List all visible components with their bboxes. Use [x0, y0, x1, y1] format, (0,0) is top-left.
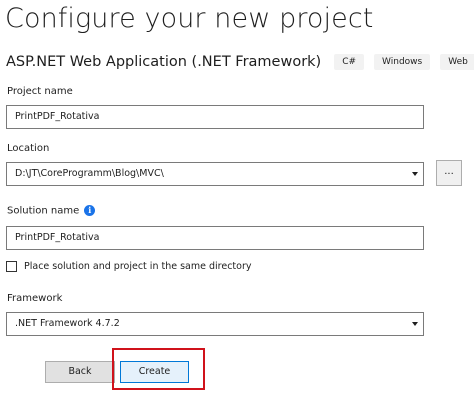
tag-project-type: Web	[440, 54, 474, 70]
back-button[interactable]: Back	[45, 361, 115, 383]
tag-platform: Windows	[374, 54, 431, 70]
project-type-row: ASP.NET Web Application (.NET Framework)…	[6, 52, 474, 72]
location-combobox[interactable]: D:\JT\CoreProgramm\Blog\MVC\	[6, 162, 424, 186]
browse-location-button[interactable]: ...	[436, 160, 462, 186]
location-value: D:\JT\CoreProgramm\Blog\MVC\	[15, 168, 164, 179]
configure-project-dialog: Configure your new project ASP.NET Web A…	[0, 0, 474, 406]
chevron-down-icon[interactable]	[412, 322, 418, 326]
project-name-label: Project name	[7, 86, 73, 97]
framework-label: Framework	[7, 293, 63, 304]
location-label: Location	[7, 143, 50, 154]
page-title: Configure your new project	[5, 3, 374, 34]
same-directory-option: Place solution and project in the same d…	[6, 261, 251, 272]
same-directory-checkbox[interactable]	[6, 261, 17, 272]
info-icon[interactable]: i	[84, 205, 96, 216]
solution-name-input[interactable]: PrintPDF_Rotativa	[6, 226, 424, 250]
framework-value: .NET Framework 4.7.2	[15, 318, 120, 329]
project-name-input[interactable]: PrintPDF_Rotativa	[6, 105, 424, 129]
chevron-down-icon[interactable]	[412, 172, 418, 176]
solution-name-label: Solution name	[7, 205, 80, 217]
tag-language: C#	[334, 54, 365, 70]
solution-name-label-row: Solution name i	[7, 205, 96, 217]
same-directory-label[interactable]: Place solution and project in the same d…	[24, 261, 251, 272]
project-type-name: ASP.NET Web Application (.NET Framework)	[6, 54, 322, 70]
framework-combobox[interactable]: .NET Framework 4.7.2	[6, 312, 424, 336]
create-button-highlight	[112, 348, 205, 390]
